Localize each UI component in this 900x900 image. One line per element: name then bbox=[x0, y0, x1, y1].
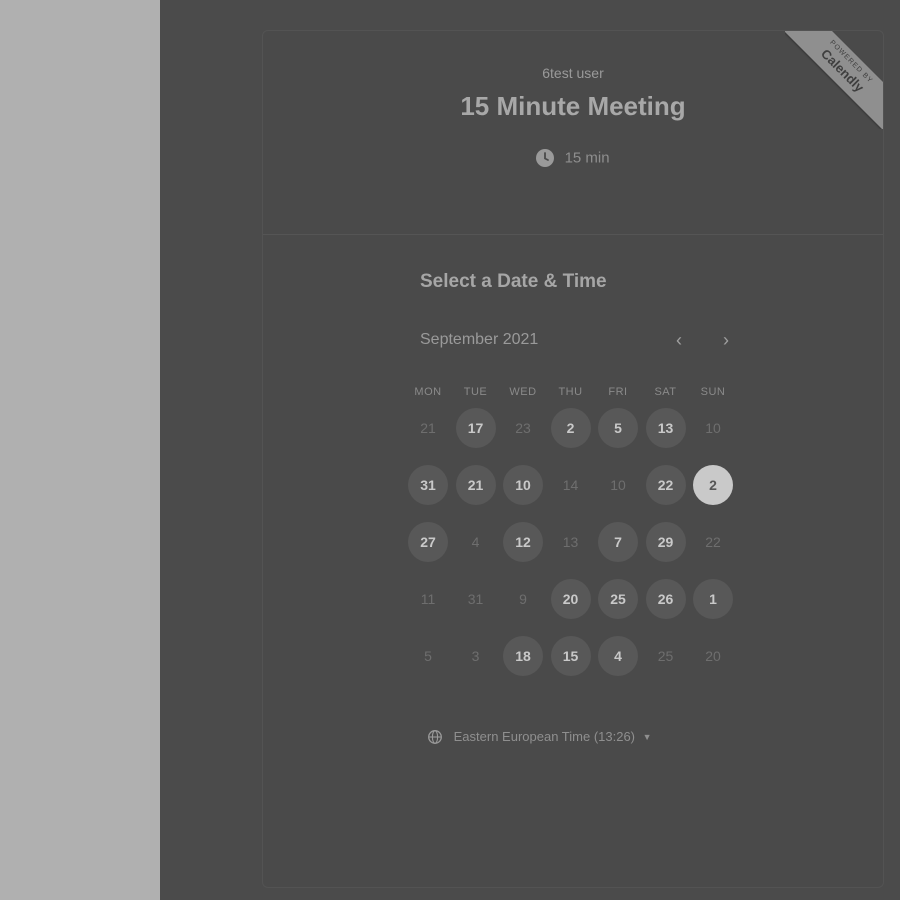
weekday-wed: WED bbox=[509, 386, 537, 398]
unavailable-date-cell: 3 bbox=[471, 648, 480, 664]
available-date-button[interactable]: 15 bbox=[550, 636, 591, 676]
chevron-left-icon: ‹ bbox=[676, 330, 682, 350]
available-date-button[interactable]: 13 bbox=[645, 408, 686, 448]
scheduling-card: POWERED BY Calendly 6test user 15 Minute… bbox=[262, 30, 884, 888]
weekday-sat: SAT bbox=[654, 386, 677, 398]
timezone-selector[interactable]: Eastern European Time (13:26) ▼ bbox=[428, 728, 652, 744]
available-date-button[interactable]: 26 bbox=[645, 579, 686, 619]
timezone-label: Eastern European Time (13:26) bbox=[453, 729, 636, 745]
event-duration: 15 min bbox=[263, 149, 883, 168]
unavailable-date-cell: 5 bbox=[424, 648, 432, 664]
weekday-sun: SUN bbox=[700, 386, 726, 398]
previous-month-button[interactable]: ‹ bbox=[668, 329, 690, 351]
unavailable-date-cell: 22 bbox=[705, 534, 721, 550]
available-date-button[interactable]: 18 bbox=[503, 636, 543, 676]
weekday-mon: MON bbox=[414, 386, 442, 398]
available-date-button[interactable]: 2 bbox=[550, 408, 591, 448]
selected-date-cell[interactable]: 2 bbox=[693, 465, 733, 505]
available-date-button[interactable]: 20 bbox=[550, 579, 591, 619]
weekday-thu: THU bbox=[558, 386, 583, 398]
event-header: 6test user 15 Minute Meeting 15 min bbox=[263, 31, 883, 235]
clock-icon bbox=[536, 149, 555, 168]
unavailable-date-cell: 9 bbox=[519, 591, 527, 607]
available-date-button[interactable]: 17 bbox=[455, 408, 496, 448]
available-date-button[interactable]: 29 bbox=[645, 522, 686, 562]
unavailable-date-cell: 23 bbox=[515, 420, 531, 436]
weekday-fri: FRI bbox=[608, 386, 628, 398]
unavailable-date-cell: 10 bbox=[705, 420, 721, 436]
unavailable-date-cell: 14 bbox=[562, 477, 579, 493]
unavailable-date-cell: 20 bbox=[705, 648, 721, 664]
unavailable-date-cell: 10 bbox=[610, 477, 626, 493]
section-title: Select a Date & Time bbox=[420, 271, 607, 292]
caret-down-icon: ▼ bbox=[642, 731, 652, 742]
host-name: 6test user bbox=[542, 65, 604, 81]
weekday-tue: TUE bbox=[463, 386, 488, 398]
available-date-button[interactable]: 4 bbox=[598, 636, 638, 676]
available-date-button[interactable]: 12 bbox=[503, 522, 543, 562]
unavailable-date-cell: 21 bbox=[420, 420, 436, 436]
available-date-button[interactable]: 31 bbox=[408, 465, 448, 505]
available-date-button[interactable]: 5 bbox=[598, 408, 638, 448]
unavailable-date-cell: 11 bbox=[420, 591, 436, 607]
available-date-button[interactable]: 25 bbox=[598, 579, 638, 619]
globe-icon bbox=[428, 729, 442, 744]
unavailable-date-cell: 31 bbox=[467, 591, 484, 607]
duration-label: 15 min bbox=[564, 149, 610, 167]
available-date-button[interactable]: 21 bbox=[455, 465, 496, 505]
available-date-button[interactable]: 27 bbox=[408, 522, 448, 562]
unavailable-date-cell: 13 bbox=[562, 534, 579, 550]
unavailable-date-cell: 25 bbox=[657, 648, 674, 664]
available-date-button[interactable]: 1 bbox=[693, 579, 733, 619]
unavailable-date-cell: 4 bbox=[471, 534, 480, 550]
next-month-button[interactable]: › bbox=[715, 329, 737, 351]
available-date-button[interactable]: 22 bbox=[645, 465, 686, 505]
event-title: 15 Minute Meeting bbox=[460, 91, 686, 121]
month-label: September 2021 bbox=[420, 331, 539, 348]
available-date-button[interactable]: 7 bbox=[598, 522, 638, 562]
available-date-button[interactable]: 10 bbox=[503, 465, 543, 505]
chevron-right-icon: › bbox=[723, 330, 729, 350]
